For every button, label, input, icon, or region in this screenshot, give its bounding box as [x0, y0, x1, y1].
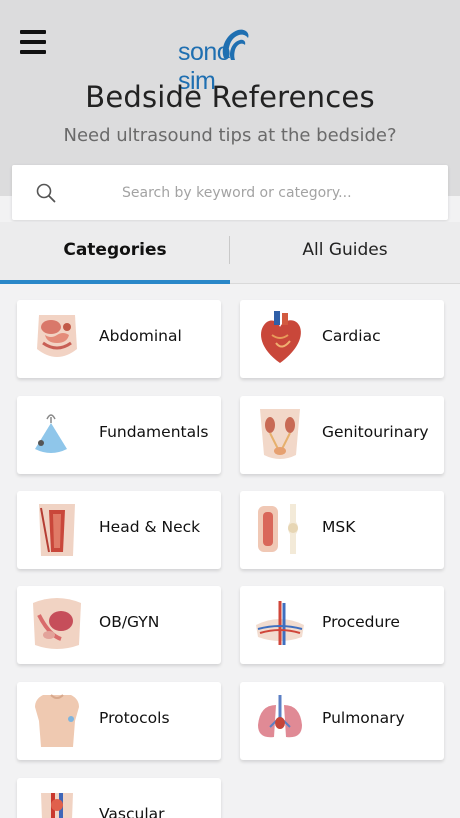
tab-categories[interactable]: Categories: [0, 222, 230, 284]
category-card-protocols[interactable]: Protocols: [17, 682, 221, 760]
tab-all-guides[interactable]: All Guides: [230, 222, 460, 284]
search-input[interactable]: [122, 165, 422, 220]
category-label: Procedure: [322, 613, 400, 631]
category-card-obgyn[interactable]: OB/GYN: [17, 586, 221, 664]
category-card-abdominal[interactable]: Abdominal: [17, 300, 221, 378]
tab-bar: Categories All Guides: [0, 222, 460, 284]
category-card-cardiac[interactable]: Cardiac: [240, 300, 444, 378]
page-subtitle: Need ultrasound tips at the bedside?: [63, 125, 397, 146]
neck-icon: [39, 504, 75, 556]
kidney-icon: [260, 409, 300, 459]
category-card-pulmonary[interactable]: Pulmonary: [240, 682, 444, 760]
search-bar[interactable]: [12, 165, 448, 220]
lungs-icon: [258, 695, 302, 738]
pelvis-icon: [33, 598, 81, 649]
category-label: Fundamentals: [99, 423, 209, 441]
vascular-icon: [41, 793, 73, 818]
category-label: MSK: [322, 518, 356, 536]
sonosim-logo: sonosim: [178, 24, 288, 95]
category-label: Vascular: [99, 805, 165, 818]
heart-icon: [261, 311, 301, 363]
category-card-fundamentals[interactable]: Fundamentals: [17, 396, 221, 474]
vessels-icon: [256, 601, 304, 645]
abdominal-icon: [37, 315, 77, 357]
category-card-genitourinary[interactable]: Genitourinary: [240, 396, 444, 474]
joint-icon: [258, 504, 298, 554]
category-label: Protocols: [99, 709, 170, 727]
category-label: OB/GYN: [99, 613, 160, 631]
page-title: Bedside References: [85, 80, 375, 114]
category-label: Genitourinary: [322, 423, 429, 441]
category-card-procedure[interactable]: Procedure: [240, 586, 444, 664]
category-card-head-neck[interactable]: Head & Neck: [17, 491, 221, 569]
category-card-msk[interactable]: MSK: [240, 491, 444, 569]
category-label: Abdominal: [99, 327, 182, 345]
category-label: Pulmonary: [322, 709, 405, 727]
category-grid: Abdominal Cardiac Fundamentals Genitouri…: [0, 284, 460, 818]
torso-icon: [35, 694, 79, 747]
category-label: Cardiac: [322, 327, 381, 345]
category-label: Head & Neck: [99, 518, 201, 536]
hamburger-menu-icon[interactable]: [20, 30, 46, 54]
category-card-vascular[interactable]: Vascular: [17, 778, 221, 818]
search-icon: [36, 183, 56, 203]
probe-icon: [35, 414, 67, 453]
